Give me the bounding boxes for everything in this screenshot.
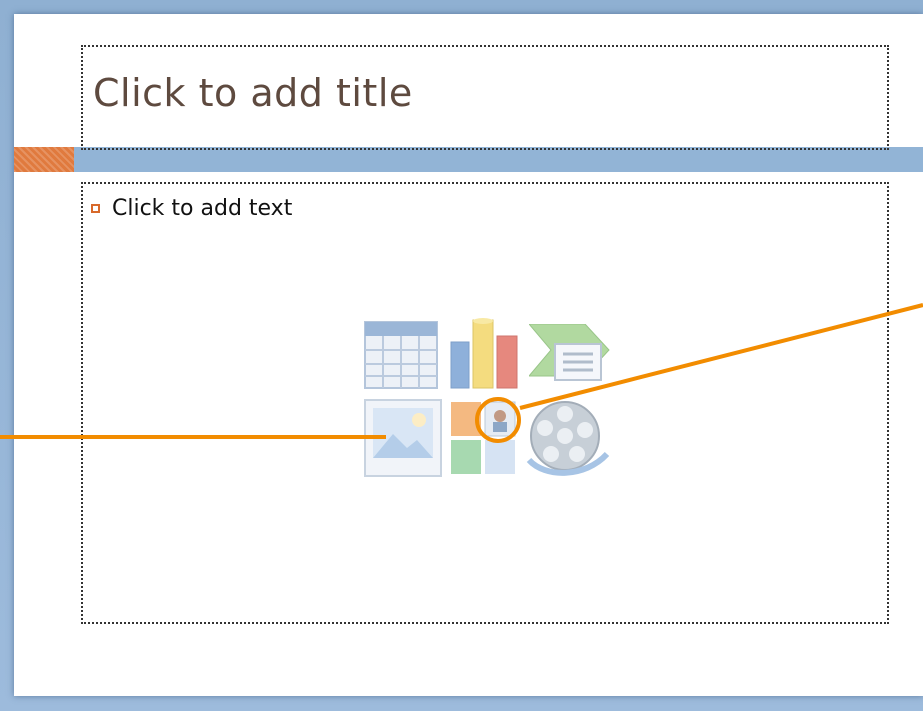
title-placeholder-text: Click to add title — [93, 71, 413, 115]
insert-media-clip-icon[interactable] — [525, 398, 611, 480]
insert-table-icon[interactable] — [363, 320, 439, 390]
insert-picture-icon[interactable] — [363, 398, 443, 478]
content-icon-cluster — [363, 318, 613, 490]
accent-orange-block — [14, 147, 74, 172]
insert-smartart-icon[interactable] — [529, 324, 613, 390]
content-placeholder[interactable]: Click to add text — [81, 182, 889, 624]
accent-bar — [14, 147, 923, 172]
slide-frame: Click to add title Click to add text — [0, 0, 923, 711]
bullet-square-icon — [91, 204, 100, 213]
slide: Click to add title Click to add text — [14, 14, 923, 696]
insert-chart-icon[interactable] — [447, 316, 527, 392]
title-placeholder[interactable]: Click to add title — [81, 45, 889, 150]
bullet-item: Click to add text — [91, 196, 292, 221]
content-placeholder-text: Click to add text — [112, 196, 293, 221]
insert-clip-art-icon[interactable] — [449, 400, 519, 478]
